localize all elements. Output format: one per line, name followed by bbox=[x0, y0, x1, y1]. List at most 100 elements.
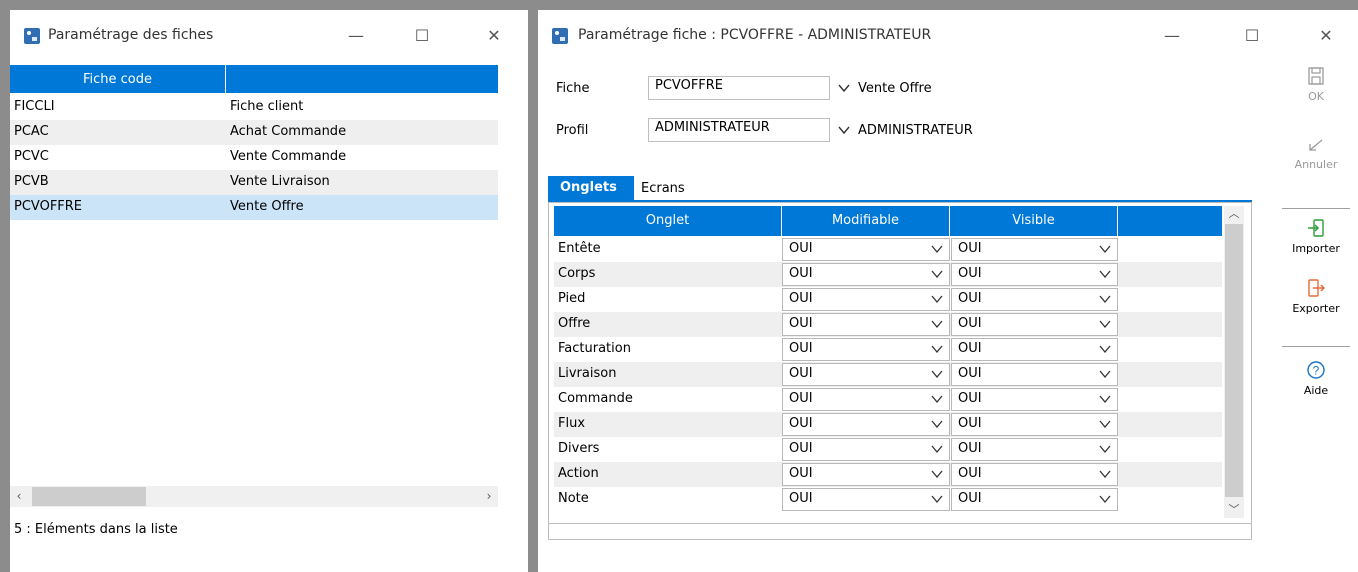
action-sidebar: OK Annuler Importer Exporter ? Aide bbox=[1276, 56, 1356, 456]
visible-select[interactable]: OUI bbox=[951, 237, 1118, 262]
modifiable-select[interactable]: OUI bbox=[782, 237, 950, 262]
visible-select[interactable]: OUI bbox=[951, 487, 1118, 512]
ok-button[interactable]: OK bbox=[1276, 66, 1356, 103]
visible-value: OUI bbox=[951, 438, 1118, 461]
visible-select[interactable]: OUI bbox=[951, 312, 1118, 337]
column-header-fiche-code[interactable]: Fiche code bbox=[10, 65, 226, 94]
visible-select[interactable]: OUI bbox=[951, 287, 1118, 312]
row-label: Vente Commande bbox=[230, 149, 347, 164]
horizontal-scrollbar[interactable]: ‹ › bbox=[10, 486, 498, 507]
row-code: PCVB bbox=[14, 174, 49, 189]
fiche-select[interactable]: PCVOFFRE bbox=[648, 76, 854, 100]
visible-value: OUI bbox=[951, 413, 1118, 436]
chevron-down-icon bbox=[838, 84, 850, 93]
scroll-thumb[interactable] bbox=[32, 487, 146, 506]
minimize-button[interactable]: — bbox=[1162, 26, 1182, 46]
row-label: Vente Offre bbox=[230, 199, 304, 214]
chevron-down-icon bbox=[931, 420, 943, 429]
profil-label: Profil bbox=[556, 123, 589, 138]
status-count: 5 : Eléments dans la liste bbox=[14, 522, 178, 537]
list-row[interactable]: PCAC Achat Commande bbox=[10, 120, 498, 145]
app-icon bbox=[552, 28, 568, 44]
modifiable-value: OUI bbox=[782, 488, 950, 511]
modifiable-select[interactable]: OUI bbox=[782, 287, 950, 312]
scroll-right-arrow[interactable]: › bbox=[480, 487, 498, 506]
ok-label: OK bbox=[1308, 90, 1324, 103]
importer-button[interactable]: Importer bbox=[1276, 218, 1356, 255]
table-row: Divers OUI OUI bbox=[554, 437, 1222, 462]
undo-icon bbox=[1309, 139, 1323, 151]
modifiable-select[interactable]: OUI bbox=[782, 412, 950, 437]
modifiable-value: OUI bbox=[782, 313, 950, 336]
modifiable-select[interactable]: OUI bbox=[782, 337, 950, 362]
app-icon bbox=[24, 28, 40, 44]
table-footer bbox=[548, 524, 1252, 540]
modifiable-value: OUI bbox=[782, 413, 950, 436]
profil-select[interactable]: ADMINISTRATEUR bbox=[648, 118, 854, 142]
chevron-down-icon bbox=[1099, 420, 1111, 429]
aide-label: Aide bbox=[1303, 384, 1329, 397]
modifiable-value: OUI bbox=[782, 238, 950, 261]
modifiable-value: OUI bbox=[782, 438, 950, 461]
list-row[interactable]: PCVC Vente Commande bbox=[10, 145, 498, 170]
minimize-button[interactable]: — bbox=[346, 26, 366, 46]
modifiable-select[interactable]: OUI bbox=[782, 387, 950, 412]
column-header-modifiable[interactable]: Modifiable bbox=[782, 206, 950, 236]
fiche-select-value: PCVOFFRE bbox=[648, 76, 830, 100]
scroll-thumb[interactable] bbox=[1225, 224, 1243, 497]
close-button[interactable]: ✕ bbox=[1316, 26, 1336, 46]
aide-button[interactable]: ? Aide bbox=[1276, 360, 1356, 397]
tab-ecrans[interactable]: Ecrans bbox=[641, 181, 685, 196]
modifiable-select[interactable]: OUI bbox=[782, 362, 950, 387]
chevron-down-icon bbox=[931, 320, 943, 329]
maximize-button[interactable]: ☐ bbox=[412, 26, 432, 46]
table-row: Flux OUI OUI bbox=[554, 412, 1222, 437]
visible-select[interactable]: OUI bbox=[951, 262, 1118, 287]
sidebar-divider bbox=[1282, 346, 1350, 347]
exporter-button[interactable]: Exporter bbox=[1276, 278, 1356, 315]
chevron-down-icon bbox=[1099, 445, 1111, 454]
table-row: Livraison OUI OUI bbox=[554, 362, 1222, 387]
column-header-onglet[interactable]: Onglet bbox=[554, 206, 782, 236]
list-window-title: Paramétrage des fiches bbox=[48, 27, 214, 43]
maximize-button[interactable]: ☐ bbox=[1242, 26, 1262, 46]
list-window-titlebar: Paramétrage des fiches — ☐ ✕ bbox=[10, 10, 528, 46]
chevron-down-icon bbox=[931, 470, 943, 479]
modifiable-value: OUI bbox=[782, 263, 950, 286]
profil-description: ADMINISTRATEUR bbox=[858, 123, 973, 138]
list-row[interactable]: PCVB Vente Livraison bbox=[10, 170, 498, 195]
visible-select[interactable]: OUI bbox=[951, 412, 1118, 437]
fiche-label: Fiche bbox=[556, 81, 590, 96]
visible-select[interactable]: OUI bbox=[951, 387, 1118, 412]
scroll-down-arrow[interactable]: ﹀ bbox=[1224, 502, 1244, 518]
modifiable-select[interactable]: OUI bbox=[782, 462, 950, 487]
save-icon bbox=[1308, 67, 1324, 85]
onglet-name: Divers bbox=[558, 441, 600, 456]
chevron-down-icon bbox=[931, 445, 943, 454]
onglet-name: Commande bbox=[558, 391, 633, 406]
visible-select[interactable]: OUI bbox=[951, 362, 1118, 387]
column-header-visible[interactable]: Visible bbox=[950, 206, 1118, 236]
tab-onglets[interactable]: Onglets bbox=[548, 176, 634, 202]
table-row: Note OUI OUI bbox=[554, 487, 1222, 512]
modifiable-select[interactable]: OUI bbox=[782, 487, 950, 512]
table-row: Action OUI OUI bbox=[554, 462, 1222, 487]
visible-select[interactable]: OUI bbox=[951, 337, 1118, 362]
chevron-down-icon bbox=[1099, 470, 1111, 479]
close-button[interactable]: ✕ bbox=[484, 26, 504, 46]
detail-window-titlebar: Paramétrage fiche : PCVOFFRE - ADMINISTR… bbox=[538, 10, 1358, 46]
vertical-scrollbar[interactable]: ︿ ﹀ bbox=[1224, 206, 1244, 518]
modifiable-select[interactable]: OUI bbox=[782, 312, 950, 337]
visible-select[interactable]: OUI bbox=[951, 437, 1118, 462]
list-row-selected[interactable]: PCVOFFRE Vente Offre bbox=[10, 195, 498, 220]
scroll-left-arrow[interactable]: ‹ bbox=[10, 487, 28, 506]
visible-select[interactable]: OUI bbox=[951, 462, 1118, 487]
chevron-down-icon bbox=[931, 245, 943, 254]
row-code: FICCLI bbox=[14, 99, 55, 114]
modifiable-select[interactable]: OUI bbox=[782, 437, 950, 462]
scroll-up-arrow[interactable]: ︿ bbox=[1224, 206, 1244, 222]
list-row[interactable]: FICCLI Fiche client bbox=[10, 95, 498, 120]
annuler-button[interactable]: Annuler bbox=[1276, 136, 1356, 171]
modifiable-select[interactable]: OUI bbox=[782, 262, 950, 287]
row-code: PCAC bbox=[14, 124, 49, 139]
